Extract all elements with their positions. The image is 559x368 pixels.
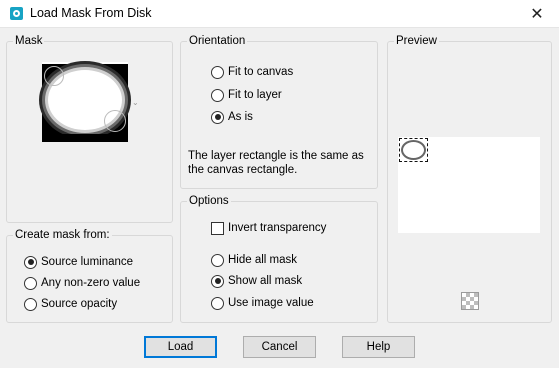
radio-fit-to-canvas[interactable]: Fit to canvas: [211, 64, 293, 80]
radio-label: Fit to canvas: [228, 66, 294, 78]
title-bar: Load Mask From Disk ✕: [0, 0, 559, 28]
mask-thumbnail[interactable]: [42, 62, 128, 142]
invert-transparency-checkbox[interactable]: Invert transparency: [211, 220, 326, 236]
radio-button[interactable]: [211, 88, 224, 102]
load-button[interactable]: Load: [144, 336, 217, 358]
radio-any-non-zero[interactable]: Any non-zero value: [24, 275, 140, 291]
radio-button[interactable]: [211, 253, 224, 267]
radio-label: Use image value: [228, 297, 314, 309]
radio-label: Fit to layer: [228, 89, 282, 101]
preview-label: Preview: [396, 35, 437, 47]
radio-hide-all-mask[interactable]: Hide all mask: [211, 252, 297, 268]
radio-button[interactable]: [211, 110, 224, 124]
help-button[interactable]: Help: [342, 336, 415, 358]
radio-button[interactable]: [211, 274, 224, 288]
create-mask-label: Create mask from:: [15, 229, 110, 241]
radio-button[interactable]: [211, 65, 224, 79]
radio-show-all-mask[interactable]: Show all mask: [211, 273, 302, 289]
radio-label: Hide all mask: [228, 254, 298, 266]
checkbox[interactable]: [211, 221, 224, 235]
radio-as-is[interactable]: As is: [211, 109, 253, 125]
radio-label: Source opacity: [41, 298, 118, 310]
radio-button[interactable]: [24, 276, 37, 290]
app-icon: [10, 7, 23, 20]
radio-button[interactable]: [24, 255, 37, 269]
window-title: Load Mask From Disk: [30, 6, 152, 20]
orientation-description: The layer rectangle is the same as the c…: [188, 150, 364, 176]
radio-use-image-value[interactable]: Use image value: [211, 295, 314, 311]
radio-button[interactable]: [24, 297, 37, 311]
checkerboard-icon[interactable]: [461, 292, 479, 310]
radio-label: Show all mask: [228, 275, 303, 287]
radio-source-opacity[interactable]: Source opacity: [24, 296, 117, 312]
mask-group-label: Mask: [15, 35, 43, 47]
radio-label: As is: [228, 111, 253, 123]
orientation-label: Orientation: [189, 35, 246, 47]
radio-fit-to-layer[interactable]: Fit to layer: [211, 87, 282, 103]
radio-button[interactable]: [211, 296, 224, 310]
checkbox-label: Invert transparency: [228, 222, 327, 234]
radio-label: Source luminance: [41, 256, 134, 268]
cancel-button[interactable]: Cancel: [243, 336, 316, 358]
radio-source-luminance[interactable]: Source luminance: [24, 254, 133, 270]
close-button[interactable]: ✕: [515, 0, 559, 28]
radio-label: Any non-zero value: [41, 277, 141, 289]
preview-layer-thumbnail: [399, 138, 428, 162]
chevron-down-icon[interactable]: ⌄: [132, 98, 139, 107]
options-label: Options: [189, 195, 229, 207]
